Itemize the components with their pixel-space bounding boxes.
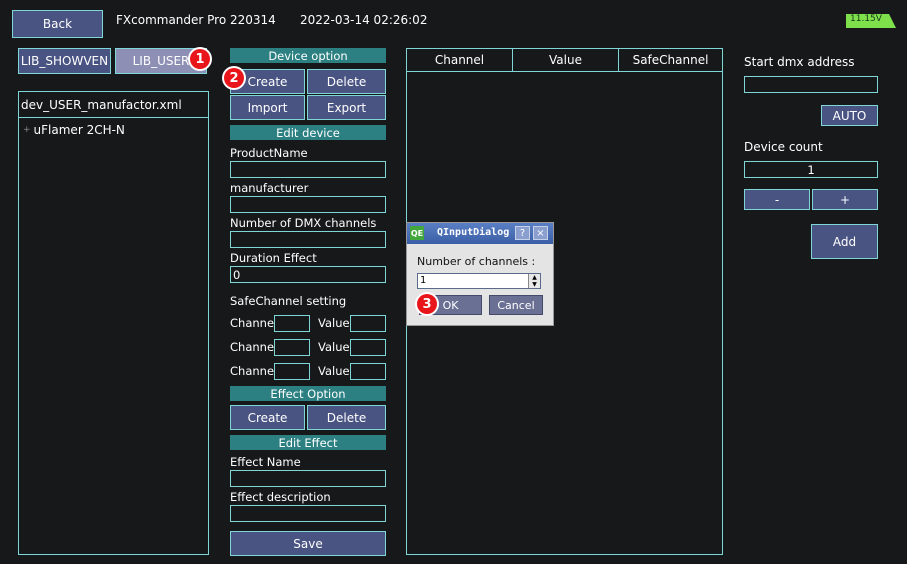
- channels-value: 1: [420, 275, 427, 286]
- device-count-input[interactable]: 1: [744, 161, 878, 178]
- dialog-prompt: Number of channels :: [417, 255, 536, 268]
- start-dmx-address-input[interactable]: [744, 76, 878, 93]
- help-icon[interactable]: ?: [515, 226, 530, 240]
- spin-arrows[interactable]: ▲ ▼: [528, 274, 540, 288]
- safe-channel-input-3[interactable]: [274, 363, 310, 380]
- tab-lib-showven[interactable]: LIB_SHOWVEN: [18, 48, 111, 74]
- tree-item[interactable]: + uFlamer 2CH-N: [23, 123, 125, 137]
- increment-button[interactable]: +: [812, 189, 878, 210]
- step-badge-1: 1: [190, 49, 210, 69]
- import-button[interactable]: Import: [230, 95, 305, 120]
- effect-name-label: Effect Name: [230, 455, 301, 469]
- effect-option-header: Effect Option: [230, 386, 386, 401]
- effect-description-label: Effect description: [230, 490, 331, 504]
- column-value[interactable]: Value: [513, 49, 619, 71]
- column-safechannel[interactable]: SafeChannel: [619, 49, 722, 71]
- start-dmx-address-label: Start dmx address: [744, 55, 855, 69]
- battery-voltage: 11.15V: [850, 14, 882, 24]
- product-name-label: ProductName: [230, 146, 308, 160]
- column-channel[interactable]: Channel: [407, 49, 513, 71]
- save-button[interactable]: Save: [230, 531, 386, 556]
- safe-channel-label-2: Channel: [230, 340, 278, 354]
- product-name-input[interactable]: [230, 161, 386, 178]
- spin-down-icon[interactable]: ▼: [529, 281, 540, 288]
- edit-effect-header: Edit Effect: [230, 435, 386, 450]
- safechannel-setting-label: SafeChannel setting: [230, 294, 347, 308]
- duration-effect-label: Duration Effect: [230, 251, 317, 265]
- safe-value-label-1: Value: [318, 316, 350, 330]
- cancel-button[interactable]: Cancel: [489, 295, 543, 315]
- manufacturer-label: manufacturer: [230, 181, 309, 195]
- device-delete-button[interactable]: Delete: [307, 69, 386, 94]
- effect-create-button[interactable]: Create: [230, 405, 305, 430]
- safe-value-label-3: Value: [318, 364, 350, 378]
- step-badge-2: 2: [224, 68, 244, 88]
- dmx-channels-label: Number of DMX channels: [230, 216, 377, 230]
- device-count-label: Device count: [744, 140, 823, 154]
- device-library-panel: dev_USER_manufactor.xml + uFlamer 2CH-N: [18, 91, 209, 555]
- add-button[interactable]: Add: [811, 224, 878, 259]
- device-option-header: Device option: [230, 48, 386, 63]
- export-button[interactable]: Export: [307, 95, 386, 120]
- battery-indicator: 11.15V: [846, 13, 896, 28]
- safe-value-input-1[interactable]: [350, 315, 386, 332]
- manufacturer-input[interactable]: [230, 196, 386, 213]
- app-title: FXcommander Pro 220314: [116, 13, 276, 27]
- datetime: 2022-03-14 02:26:02: [300, 13, 428, 27]
- tree-expand-icon[interactable]: +: [23, 125, 31, 135]
- edit-device-header: Edit device: [230, 125, 386, 140]
- safe-channel-label-3: Channel: [230, 364, 278, 378]
- dialog-title: QInputDialog: [437, 227, 510, 238]
- effect-name-input[interactable]: [230, 470, 386, 487]
- tree-item-label: uFlamer 2CH-N: [33, 123, 125, 137]
- safe-channel-input-1[interactable]: [274, 315, 310, 332]
- step-badge-3: 3: [417, 294, 437, 314]
- dmx-channels-input[interactable]: [230, 231, 386, 248]
- duration-effect-input[interactable]: 0: [230, 266, 386, 283]
- safe-channel-label-1: Channel: [230, 316, 278, 330]
- library-file[interactable]: dev_USER_manufactor.xml: [19, 92, 208, 118]
- auto-button[interactable]: AUTO: [821, 105, 878, 126]
- effect-delete-button[interactable]: Delete: [307, 405, 386, 430]
- channels-spinbox[interactable]: 1 ▲ ▼: [417, 273, 541, 289]
- close-icon[interactable]: ×: [533, 226, 548, 240]
- back-button[interactable]: Back: [12, 10, 103, 38]
- dialog-titlebar[interactable]: QE QInputDialog ? ×: [407, 223, 553, 244]
- safe-value-input-3[interactable]: [350, 363, 386, 380]
- channel-table-header: Channel Value SafeChannel: [407, 49, 722, 72]
- effect-description-input[interactable]: [230, 505, 386, 522]
- spin-up-icon[interactable]: ▲: [529, 274, 540, 281]
- decrement-button[interactable]: -: [744, 189, 810, 210]
- safe-channel-input-2[interactable]: [274, 339, 310, 356]
- qt-icon: QE: [410, 226, 424, 240]
- safe-value-input-2[interactable]: [350, 339, 386, 356]
- safe-value-label-2: Value: [318, 340, 350, 354]
